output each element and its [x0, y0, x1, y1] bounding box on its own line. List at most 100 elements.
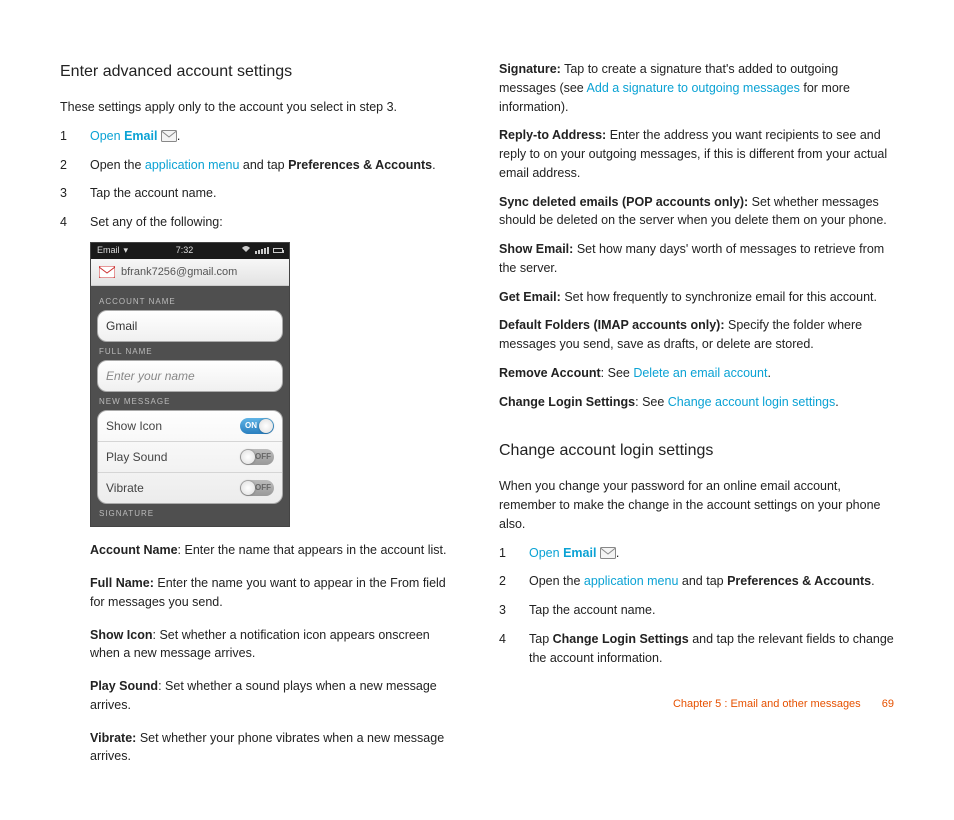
step-item: 3Tap the account name.	[499, 601, 894, 620]
cross-ref-link[interactable]: Delete an email account	[633, 366, 767, 380]
phone-input-account-name: Gmail	[97, 310, 283, 342]
definition-term: Reply-to Address:	[499, 128, 606, 142]
phone-label-account-name: ACCOUNT NAME	[99, 296, 281, 308]
cross-ref-link[interactable]: Open	[90, 129, 124, 143]
signal-icon	[255, 247, 269, 254]
section-heading: Enter advanced account settings	[60, 60, 455, 84]
text-run: Open the	[90, 158, 145, 172]
definition-term: Change Login Settings	[499, 395, 635, 409]
mail-icon	[99, 266, 115, 278]
text-run: .	[616, 546, 619, 560]
definition-term: Show Icon	[90, 628, 153, 642]
toggle-off: OFF	[240, 480, 274, 496]
step-item: 3 Tap the account name.	[60, 184, 455, 203]
definition-list-1: Account Name: Enter the name that appear…	[60, 541, 455, 766]
step-item: 1 Open Email .	[499, 544, 894, 563]
statusbar-app-label: Email	[97, 244, 120, 258]
text-run: and tap	[678, 574, 727, 588]
definition-term: Full Name:	[90, 576, 154, 590]
step-text: Open the application menu and tap Prefer…	[529, 572, 894, 591]
statusbar-time: 7:32	[176, 244, 194, 258]
definition-item: Reply-to Address: Enter the address you …	[499, 126, 894, 182]
definition-item: Account Name: Enter the name that appear…	[60, 541, 455, 560]
envelope-icon	[161, 130, 177, 142]
definition-item: Remove Account: See Delete an email acco…	[499, 364, 894, 383]
definition-item: Vibrate: Set whether your phone vibrates…	[60, 729, 455, 767]
phone-row-vibrate: Vibrate OFF	[98, 473, 282, 503]
phone-input-full-name: Enter your name	[97, 360, 283, 392]
footer-page-number: 69	[882, 698, 894, 710]
step-number: 1	[499, 544, 511, 563]
step-number: 1	[60, 127, 72, 146]
text-run: Set any of the following:	[90, 215, 223, 229]
phone-label-new-message: NEW MESSAGE	[99, 396, 281, 408]
text-run: Tap	[529, 632, 553, 646]
step-number: 2	[499, 572, 511, 591]
steps-list-2: 1 Open Email . 2 Open the application menu …	[499, 544, 894, 668]
text-run: See	[642, 395, 668, 409]
phone-label-signature: SIGNATURE	[99, 508, 281, 520]
definition-list-2: Signature: Tap to create a signature tha…	[499, 60, 894, 411]
cross-ref-link[interactable]: Open	[529, 546, 563, 560]
step-text: Tap Change Login Settings and tap the re…	[529, 630, 894, 668]
text-run: Open the	[529, 574, 584, 588]
definition-term: Account Name	[90, 543, 178, 557]
step-text: Open Email .	[529, 544, 894, 563]
text-run: .	[835, 395, 838, 409]
text-run: .	[177, 129, 180, 143]
cross-ref-link[interactable]: Add a signature to outgoing messages	[587, 81, 800, 95]
step-item: 2Open the application menu and tap Prefe…	[60, 156, 455, 175]
step-number: 3	[499, 601, 511, 620]
toggle-on: ON	[240, 418, 274, 434]
step-item: 4 Tap Change Login Settings and tap the r…	[499, 630, 894, 668]
definition-term: Default Folders (IMAP accounts only):	[499, 318, 725, 332]
bold-run: Preferences & Accounts	[727, 574, 871, 588]
step-text: Open Email .	[90, 127, 455, 146]
cross-ref-link[interactable]: application menu	[584, 574, 679, 588]
cross-ref-link[interactable]: Email	[124, 129, 157, 143]
definition-body: Enter the name that appears in the accou…	[184, 543, 446, 557]
phone-account-header: bfrank7256@gmail.com	[91, 259, 289, 287]
definition-item: Default Folders (IMAP accounts only): Sp…	[499, 316, 894, 354]
left-column: Enter advanced account settings These se…	[60, 60, 455, 780]
text-run: and tap	[239, 158, 288, 172]
definition-term: Get Email:	[499, 290, 561, 304]
phone-account-email: bfrank7256@gmail.com	[121, 264, 237, 281]
cross-ref-link[interactable]: Email	[563, 546, 596, 560]
text-run: .	[767, 366, 770, 380]
step-item: 2 Open the application menu and tap Prefe…	[499, 572, 894, 591]
step-text: Set any of the following:	[90, 213, 455, 232]
wifi-icon	[241, 244, 251, 258]
phone-row-label: Vibrate	[106, 479, 144, 497]
step-item: 4 Set any of the following:	[60, 213, 455, 232]
step-item: 1 Open Email .	[60, 127, 455, 146]
phone-row-label: Play Sound	[106, 448, 167, 466]
steps-list-1: 1Open Email .2Open the application menu …	[60, 127, 455, 232]
chevron-down-icon: ▾	[124, 244, 129, 258]
definition-item: Signature: Tap to create a signature tha…	[499, 60, 894, 116]
intro-text: When you change your password for an onl…	[499, 477, 894, 533]
right-column: Signature: Tap to create a signature tha…	[499, 60, 894, 780]
footer-chapter: Chapter 5 : Email and other messages	[673, 698, 861, 710]
definition-item: Get Email: Set how frequently to synchro…	[499, 288, 894, 307]
text-run: .	[432, 158, 435, 172]
definition-body: Set whether your phone vibrates when a n…	[90, 731, 444, 764]
phone-statusbar: Email ▾ 7:32	[91, 243, 289, 259]
page-footer: Chapter 5 : Email and other messages 69	[673, 696, 894, 713]
battery-icon	[273, 248, 283, 253]
cross-ref-link[interactable]: application menu	[145, 158, 240, 172]
section-heading: Change account login settings	[499, 439, 894, 463]
definition-term: Play Sound	[90, 679, 158, 693]
toggle-off: OFF	[240, 449, 274, 465]
text-run: See	[608, 366, 634, 380]
step-number: 4	[60, 213, 72, 232]
bold-run: Change Login Settings	[553, 632, 689, 646]
phone-body: ACCOUNT NAME Gmail FULL NAME Enter your …	[91, 286, 289, 526]
cross-ref-link[interactable]: Change account login settings	[668, 395, 835, 409]
step-text: Tap the account name.	[90, 184, 455, 203]
step-number: 4	[499, 630, 511, 668]
phone-new-message-group: Show Icon ON Play Sound OFF Vibrate OFF	[97, 410, 283, 504]
step-number: 3	[60, 184, 72, 203]
definition-term: Signature:	[499, 62, 561, 76]
phone-screenshot: Email ▾ 7:32 bfrank7256@gmail.com	[90, 242, 290, 528]
